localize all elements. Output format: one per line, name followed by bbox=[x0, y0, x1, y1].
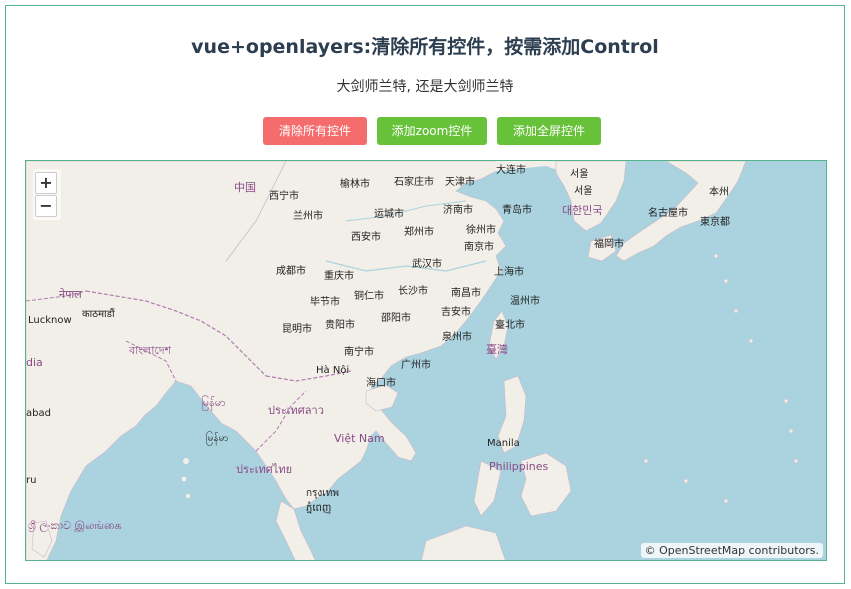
label-bangladesh: বাংলাদেশ bbox=[128, 344, 172, 357]
label-xining: 西宁市 bbox=[269, 189, 299, 202]
page-title: vue+openlayers:清除所有控件，按需添加Control bbox=[191, 36, 659, 58]
label-manila: Manila bbox=[487, 438, 520, 449]
label-yuncheng: 运城市 bbox=[374, 207, 404, 220]
label-lucknow: Lucknow bbox=[28, 315, 72, 326]
label-china: 中国 bbox=[234, 181, 256, 194]
label-xian: 西安市 bbox=[351, 230, 381, 243]
add-fullscreen-control-button[interactable]: 添加全屏控件 bbox=[497, 117, 601, 145]
label-fukuoka: 福岡市 bbox=[594, 237, 624, 250]
label-nanchang: 南昌市 bbox=[451, 286, 481, 299]
label-chengdu: 成都市 bbox=[276, 264, 306, 277]
label-taipei: 臺北市 bbox=[495, 318, 525, 331]
label-seoul: 서울 bbox=[574, 185, 592, 197]
label-qingdao: 青岛市 bbox=[502, 203, 532, 216]
page-subtitle: 大剑师兰特, 还是大剑师兰特 bbox=[336, 79, 514, 95]
label-guangzhou: 广州市 bbox=[401, 358, 431, 371]
label-quanzhou: 泉州市 bbox=[442, 330, 472, 343]
label-jinan: 济南市 bbox=[443, 203, 473, 216]
label-nanning: 南宁市 bbox=[344, 345, 374, 358]
label-xuzhou: 徐州市 bbox=[466, 223, 496, 236]
label-bangkok: กรุงเทพ bbox=[306, 488, 339, 499]
map-attribution: © OpenStreetMap contributors. bbox=[640, 543, 823, 558]
map-container[interactable]: 中国 西宁市 兰州市 榆林市 石家庄市 天津市 大连市 运城市 济南市 青岛市 … bbox=[25, 160, 827, 561]
label-chongqing: 重庆市 bbox=[324, 269, 354, 282]
zoom-out-button[interactable]: − bbox=[35, 195, 57, 217]
label-nanjing: 南京市 bbox=[464, 240, 494, 253]
label-shaoyang: 邵阳市 bbox=[381, 311, 411, 324]
label-myanmar-city: မြန်မာ bbox=[206, 430, 228, 446]
label-wuhan: 武汉市 bbox=[412, 257, 442, 270]
label-phnompenh: ភ្នំពេញ bbox=[306, 501, 331, 514]
zoom-control: + − bbox=[33, 169, 61, 220]
label-myanmar: မြန်မာ bbox=[201, 395, 226, 411]
label-dalian: 大连市 bbox=[496, 163, 526, 176]
label-hanoi: Hà Nội bbox=[316, 364, 349, 376]
label-korea-city: 서울 bbox=[570, 168, 588, 180]
add-zoom-control-button[interactable]: 添加zoom控件 bbox=[377, 117, 487, 145]
label-wenzhou: 温州市 bbox=[510, 294, 540, 307]
label-vietnam: Việt Nam bbox=[334, 432, 385, 445]
label-ru: ru bbox=[26, 475, 36, 486]
clear-controls-button[interactable]: 清除所有控件 bbox=[263, 117, 367, 145]
label-abad: abad bbox=[26, 408, 51, 419]
label-changsha: 长沙市 bbox=[398, 284, 428, 297]
label-tianjin: 天津市 bbox=[445, 175, 475, 188]
label-philippines: Philippines bbox=[489, 460, 549, 473]
label-haikou: 海口市 bbox=[366, 376, 396, 389]
label-yulin: 榆林市 bbox=[340, 177, 370, 190]
zoom-in-button[interactable]: + bbox=[35, 172, 57, 194]
label-bijie: 毕节市 bbox=[310, 295, 340, 308]
label-kunming: 昆明市 bbox=[282, 322, 312, 335]
label-srilanka: ශ්‍රී ලංකාව இலங்கை bbox=[28, 519, 122, 533]
label-honshu: 本州 bbox=[709, 185, 729, 198]
label-jian: 吉安市 bbox=[441, 305, 471, 318]
label-lanzhou: 兰州市 bbox=[293, 209, 323, 222]
label-korea: 대한민국 bbox=[562, 204, 602, 217]
label-thailand: ประเทศไทย bbox=[236, 463, 292, 476]
label-zhengzhou: 郑州市 bbox=[404, 225, 434, 238]
label-tokyo: 東京都 bbox=[700, 215, 730, 228]
map-labels: 中国 西宁市 兰州市 榆林市 石家庄市 天津市 大连市 运城市 济南市 青岛市 … bbox=[26, 163, 730, 533]
label-shijiazhuang: 石家庄市 bbox=[394, 175, 434, 188]
label-laos: ประเทศลาว bbox=[268, 404, 324, 417]
label-nagoya: 名古屋市 bbox=[648, 206, 688, 219]
label-kathmandu: काठमाडौं bbox=[82, 308, 115, 320]
label-tongren: 铜仁市 bbox=[354, 289, 384, 302]
label-guiyang: 贵阳市 bbox=[325, 318, 355, 331]
label-nepal: नेपाल bbox=[59, 288, 82, 301]
label-taiwan: 臺灣 bbox=[486, 342, 508, 356]
label-shanghai: 上海市 bbox=[494, 265, 524, 278]
label-india: dia bbox=[26, 356, 43, 369]
